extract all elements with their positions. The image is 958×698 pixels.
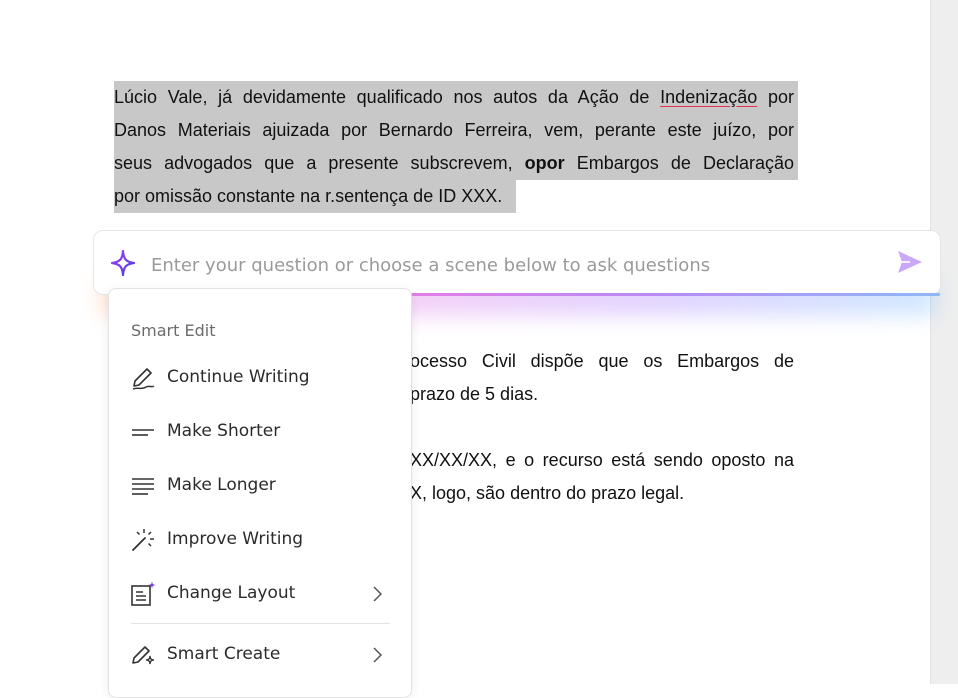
body-text-line: ocesso Civil dispõe que os Embargos de bbox=[410, 351, 794, 371]
short-lines-icon bbox=[132, 429, 154, 436]
menu-heading: Smart Edit bbox=[131, 321, 216, 340]
menu-item-make-shorter[interactable]: Make Shorter bbox=[120, 409, 402, 453]
selected-paragraph[interactable]: Lúcio Vale, já devidamente qualificado n… bbox=[114, 81, 798, 224]
ask-bar-gradient-accent bbox=[400, 293, 940, 296]
menu-item-label: Smart Create bbox=[167, 644, 281, 664]
menu-item-label: Make Shorter bbox=[167, 421, 281, 441]
menu-item-change-layout[interactable]: Change Layout bbox=[120, 571, 402, 615]
chevron-right-icon bbox=[373, 647, 383, 663]
text-run: Lúcio Vale, já devidamente qualificado n… bbox=[114, 87, 661, 107]
text-run: Embargos de Declaração bbox=[564, 153, 794, 173]
menu-item-label: Make Longer bbox=[167, 475, 276, 495]
pen-sparkle-icon bbox=[132, 646, 155, 665]
paragraph-line: Lúcio Vale, já devidamente qualificado n… bbox=[114, 81, 798, 114]
pen-icon bbox=[132, 368, 155, 390]
long-lines-icon bbox=[132, 478, 154, 495]
vertical-scrollbar[interactable] bbox=[930, 0, 958, 684]
menu-item-label: Continue Writing bbox=[167, 367, 310, 387]
ask-question-input[interactable] bbox=[149, 248, 873, 282]
magic-wand-icon bbox=[132, 529, 154, 551]
text-run: por bbox=[757, 87, 794, 107]
menu-item-continue-writing[interactable]: Continue Writing bbox=[120, 355, 402, 399]
paragraph-line: por omissão constante na r.sentença de I… bbox=[114, 180, 517, 213]
menu-item-improve-writing[interactable]: Improve Writing bbox=[120, 517, 402, 561]
menu-item-label: Change Layout bbox=[167, 583, 296, 603]
body-text-line: X, logo, são dentro do prazo legal. bbox=[410, 483, 685, 503]
paragraph-line: seus advogados que a presente subscrevem… bbox=[114, 147, 798, 180]
text-run: seus advogados que a presente subscrevem… bbox=[114, 153, 525, 173]
paragraph-line: Danos Materiais ajuizada por Bernardo Fe… bbox=[114, 114, 798, 147]
spellcheck-word[interactable]: Indenização bbox=[660, 87, 757, 107]
body-text-line: XX/XX/XX, e o recurso está sendo oposto … bbox=[410, 450, 794, 470]
layout-sparkle-icon bbox=[131, 581, 156, 606]
body-text-line: prazo de 5 dias. bbox=[410, 384, 539, 404]
ai-sparkle-icon bbox=[111, 250, 135, 276]
chevron-right-icon bbox=[373, 586, 383, 602]
menu-item-make-longer[interactable]: Make Longer bbox=[120, 463, 402, 507]
menu-item-label: Improve Writing bbox=[167, 529, 304, 549]
bold-text: opor bbox=[524, 153, 565, 173]
menu-item-smart-create[interactable]: Smart Create bbox=[120, 632, 402, 676]
send-icon[interactable] bbox=[896, 249, 924, 275]
menu-divider bbox=[131, 623, 390, 624]
